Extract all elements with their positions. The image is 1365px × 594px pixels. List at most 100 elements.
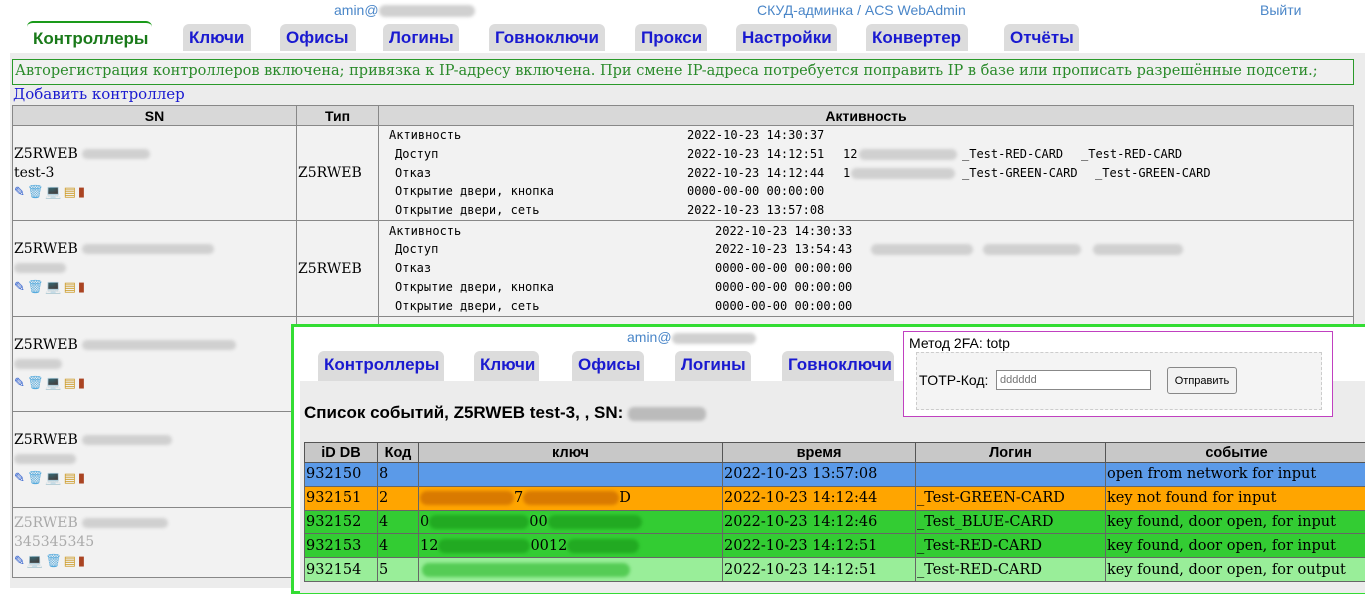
trash-icon[interactable]: 🗑 [27,278,44,297]
log-icon[interactable]: ▤ [64,552,76,571]
overlay-current-user: amin@ [627,329,756,345]
totp-input[interactable] [996,370,1151,390]
add-controller-link[interactable]: Добавить контроллер [13,85,185,103]
top-bar: amin@ СКУД-админка / ACS WebAdmin Выйти [0,0,1365,20]
tab-proxy[interactable]: Прокси [635,24,707,51]
trash-icon[interactable]: 🗑 [27,374,44,393]
edit-icon[interactable]: ✎ [14,374,25,393]
event-login: _Test-GREEN-CARD [916,486,1106,510]
event-code: 4 [378,510,419,534]
activity-line: Открытие двери, сеть2022-10-23 13:57:08 [379,201,1353,220]
activity-cell: Активность2022-10-23 14:30:37 Доступ2022… [379,126,1354,221]
event-login [916,463,1106,487]
controller-type: Z5RWEB [297,126,379,221]
activity-line: Активность2022-10-23 14:30:37 [379,126,1353,145]
table-row: 932150 8 2022-10-23 13:57:08 open from n… [305,463,1365,487]
col-sn: SN [13,106,297,126]
event-time: 2022-10-23 14:12:51 [723,558,916,582]
trash-icon[interactable]: 🗑 [27,183,44,202]
door-icon[interactable]: ▮ [78,469,85,488]
events-table: iD DB Код ключ время Логин событие 93215… [304,442,1365,582]
controller-sn: Z5RWEB [14,431,295,450]
event-id: 932152 [305,510,378,534]
event-login: _Test_BLUE-CARD [916,510,1106,534]
row-actions: ✎🗑💻▤▮ [14,183,295,202]
col-time: время [723,443,916,463]
monitor-icon[interactable]: 💻 [27,552,43,571]
activity-line: Отказ0000-00-00 00:00:00 [379,259,1353,278]
activity-line: Отказ2022-10-23 14:12:441_Test-GREEN-CAR… [379,164,1353,183]
tab-keys[interactable]: Ключи [183,24,251,51]
controller-sn: Z5RWEB [14,240,295,259]
trash-icon[interactable]: 🗑 [45,552,62,571]
activity-line: Доступ2022-10-23 14:12:5112_Test-RED-CAR… [379,145,1353,164]
col-key: ключ [419,443,723,463]
tab-reports[interactable]: Отчёты [1004,24,1079,51]
row-actions: ✎💻🗑▤▮ [14,552,295,571]
edit-icon[interactable]: ✎ [14,278,25,297]
tab-controllers[interactable]: Контроллеры [27,21,152,53]
tab-offices[interactable]: Офисы [572,351,644,381]
monitor-icon[interactable]: 💻 [45,278,61,297]
monitor-icon[interactable]: 💻 [45,469,61,488]
controller-name: test-3 [14,164,295,183]
log-icon[interactable]: ▤ [64,469,76,488]
door-icon[interactable]: ▮ [78,183,85,202]
table-row: 932151 2 7D 2022-10-23 14:12:44 _Test-GR… [305,486,1365,510]
log-icon[interactable]: ▤ [64,183,76,202]
edit-icon[interactable]: ✎ [14,552,25,571]
monitor-icon[interactable]: 💻 [45,374,61,393]
event-key: 120012 [419,534,723,558]
door-icon[interactable]: ▮ [78,374,85,393]
tab-settings[interactable]: Настройки [736,24,837,51]
col-code: Код [378,443,419,463]
log-icon[interactable]: ▤ [64,278,76,297]
event-code: 2 [378,486,419,510]
table-row: 932153 4 120012 2022-10-23 14:12:51 _Tes… [305,534,1365,558]
tab-offices[interactable]: Офисы [280,24,356,51]
log-icon[interactable]: ▤ [64,374,76,393]
row-actions: ✎🗑💻▤▮ [14,278,295,297]
col-event: событие [1106,443,1365,463]
table-row: Z5RWEB ✎🗑💻▤▮ Z5RWEB Активность2022-10-23… [13,221,1354,317]
event-id: 932153 [305,534,378,558]
event-id: 932154 [305,558,378,582]
tab-controllers[interactable]: Контроллеры [318,351,444,381]
col-activity: Активность [379,106,1354,126]
tab-converter[interactable]: Конвертер [866,24,968,51]
submit-button[interactable]: Отправить [1167,367,1237,394]
door-icon[interactable]: ▮ [78,278,85,297]
table-row: Z5RWEB test-3 ✎🗑💻▤▮ Z5RWEB Активность202… [13,126,1354,221]
app-title: СКУД-админка / ACS WebAdmin [757,2,966,18]
monitor-icon[interactable]: 💻 [45,183,61,202]
event-time: 2022-10-23 14:12:44 [723,486,916,510]
event-code: 5 [378,558,419,582]
controller-type: Z5RWEB [297,221,379,317]
activity-line: Активность2022-10-23 14:30:33 [379,222,1353,241]
event-description: key found, door open, for input [1106,534,1365,558]
controller-name [14,450,295,469]
row-actions: ✎🗑💻▤▮ [14,469,295,488]
door-icon[interactable]: ▮ [78,552,85,571]
tab-bad-keys[interactable]: Говноключи [782,351,894,381]
event-description: key found, door open, for input [1106,510,1365,534]
tab-bad-keys[interactable]: Говноключи [489,24,605,51]
user-email: amin@ [334,2,379,18]
col-login: Логин [916,443,1106,463]
trash-icon[interactable]: 🗑 [27,469,44,488]
redacted-email [379,5,475,17]
events-window: amin@ Контроллеры Ключи Офисы Логины Гов… [291,324,1365,594]
table-row: 932154 5 2022-10-23 14:12:51 _Test-RED-C… [305,558,1365,582]
col-type: Тип [297,106,379,126]
event-key [419,463,723,487]
col-id: iD DB [305,443,378,463]
event-description: open from network for input [1106,463,1365,487]
twofa-form: TOTP-Код: Отправить [916,352,1322,410]
edit-icon[interactable]: ✎ [14,183,25,202]
edit-icon[interactable]: ✎ [14,469,25,488]
tab-logins[interactable]: Логины [675,351,751,381]
tab-logins[interactable]: Логины [383,24,459,51]
event-login: _Test-RED-CARD [916,534,1106,558]
logout-link[interactable]: Выйти [1260,2,1301,18]
tab-keys[interactable]: Ключи [474,351,539,381]
